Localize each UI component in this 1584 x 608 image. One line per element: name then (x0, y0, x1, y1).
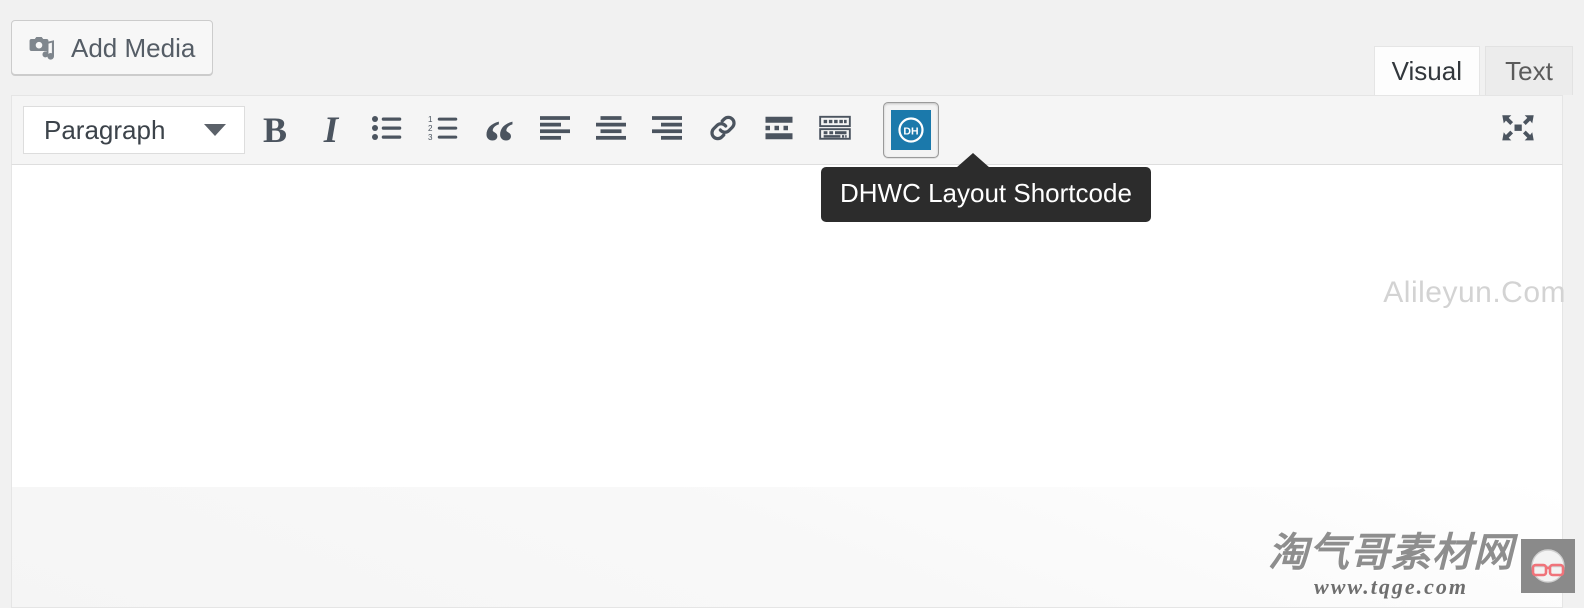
italic-button[interactable]: I (305, 104, 357, 156)
bold-icon: B (262, 110, 287, 150)
italic-icon: I (323, 109, 339, 151)
toolbar-toggle-button[interactable] (809, 104, 861, 156)
distraction-free-writing-button[interactable] (1492, 104, 1544, 156)
watermark-chinese-text: 淘气哥素材网 (1268, 530, 1514, 576)
add-media-label: Add Media (71, 32, 196, 63)
watermark-text-block: 淘气哥素材网 www.tqge.com (1268, 533, 1514, 598)
link-icon (707, 112, 739, 149)
watermark-url-text: www.tqge.com (1314, 574, 1468, 599)
read-more-icon (764, 116, 794, 145)
align-center-icon (596, 115, 626, 146)
svg-text:DH: DH (903, 125, 918, 137)
media-buttons-row: Add Media Visual Text (0, 0, 1584, 95)
tab-visual[interactable]: Visual (1373, 46, 1480, 95)
numbered-list-button[interactable]: 1 2 3 (417, 104, 469, 156)
bulleted-list-icon (372, 115, 402, 146)
tab-text-label: Text (1505, 55, 1553, 86)
media-camera-music-icon (26, 33, 58, 63)
editor-toolbar: Paragraph B I 1 2 3 “ DH (11, 95, 1563, 174)
align-right-icon (652, 115, 682, 146)
wordpress-editor: Add Media Visual Text Paragraph B I 1 2 … (0, 0, 1584, 608)
dhwc-layout-shortcode-button[interactable]: DH (883, 102, 939, 158)
svg-text:2: 2 (428, 124, 433, 133)
bold-button[interactable]: B (249, 104, 301, 156)
glasses-face-logo-icon (1521, 538, 1575, 593)
format-select[interactable]: Paragraph (23, 106, 245, 154)
format-select-value: Paragraph (44, 114, 166, 145)
watermark-tqge: 淘气哥素材网 www.tqge.com (1268, 533, 1575, 598)
insert-link-button[interactable] (697, 104, 749, 156)
tab-visual-label: Visual (1391, 55, 1462, 86)
tab-text[interactable]: Text (1485, 46, 1573, 95)
blockquote-button[interactable]: “ (473, 104, 525, 174)
editor-mode-tabs: Visual Text (1373, 23, 1573, 95)
chevron-down-icon (204, 124, 226, 136)
align-left-button[interactable] (529, 104, 581, 156)
svg-text:3: 3 (428, 133, 433, 141)
numbered-list-icon: 1 2 3 (428, 115, 458, 146)
dh-logo-icon: DH (891, 110, 931, 150)
align-right-button[interactable] (641, 104, 693, 156)
bulleted-list-button[interactable] (361, 104, 413, 156)
watermark-alileyun: Alileyun.Com (1383, 276, 1566, 309)
add-media-button[interactable]: Add Media (11, 20, 214, 75)
fullscreen-expand-icon (1500, 112, 1536, 149)
keyboard-icon (819, 115, 851, 146)
align-left-icon (540, 115, 570, 146)
align-center-button[interactable] (585, 104, 637, 156)
svg-text:1: 1 (428, 115, 433, 124)
read-more-button[interactable] (753, 104, 805, 156)
